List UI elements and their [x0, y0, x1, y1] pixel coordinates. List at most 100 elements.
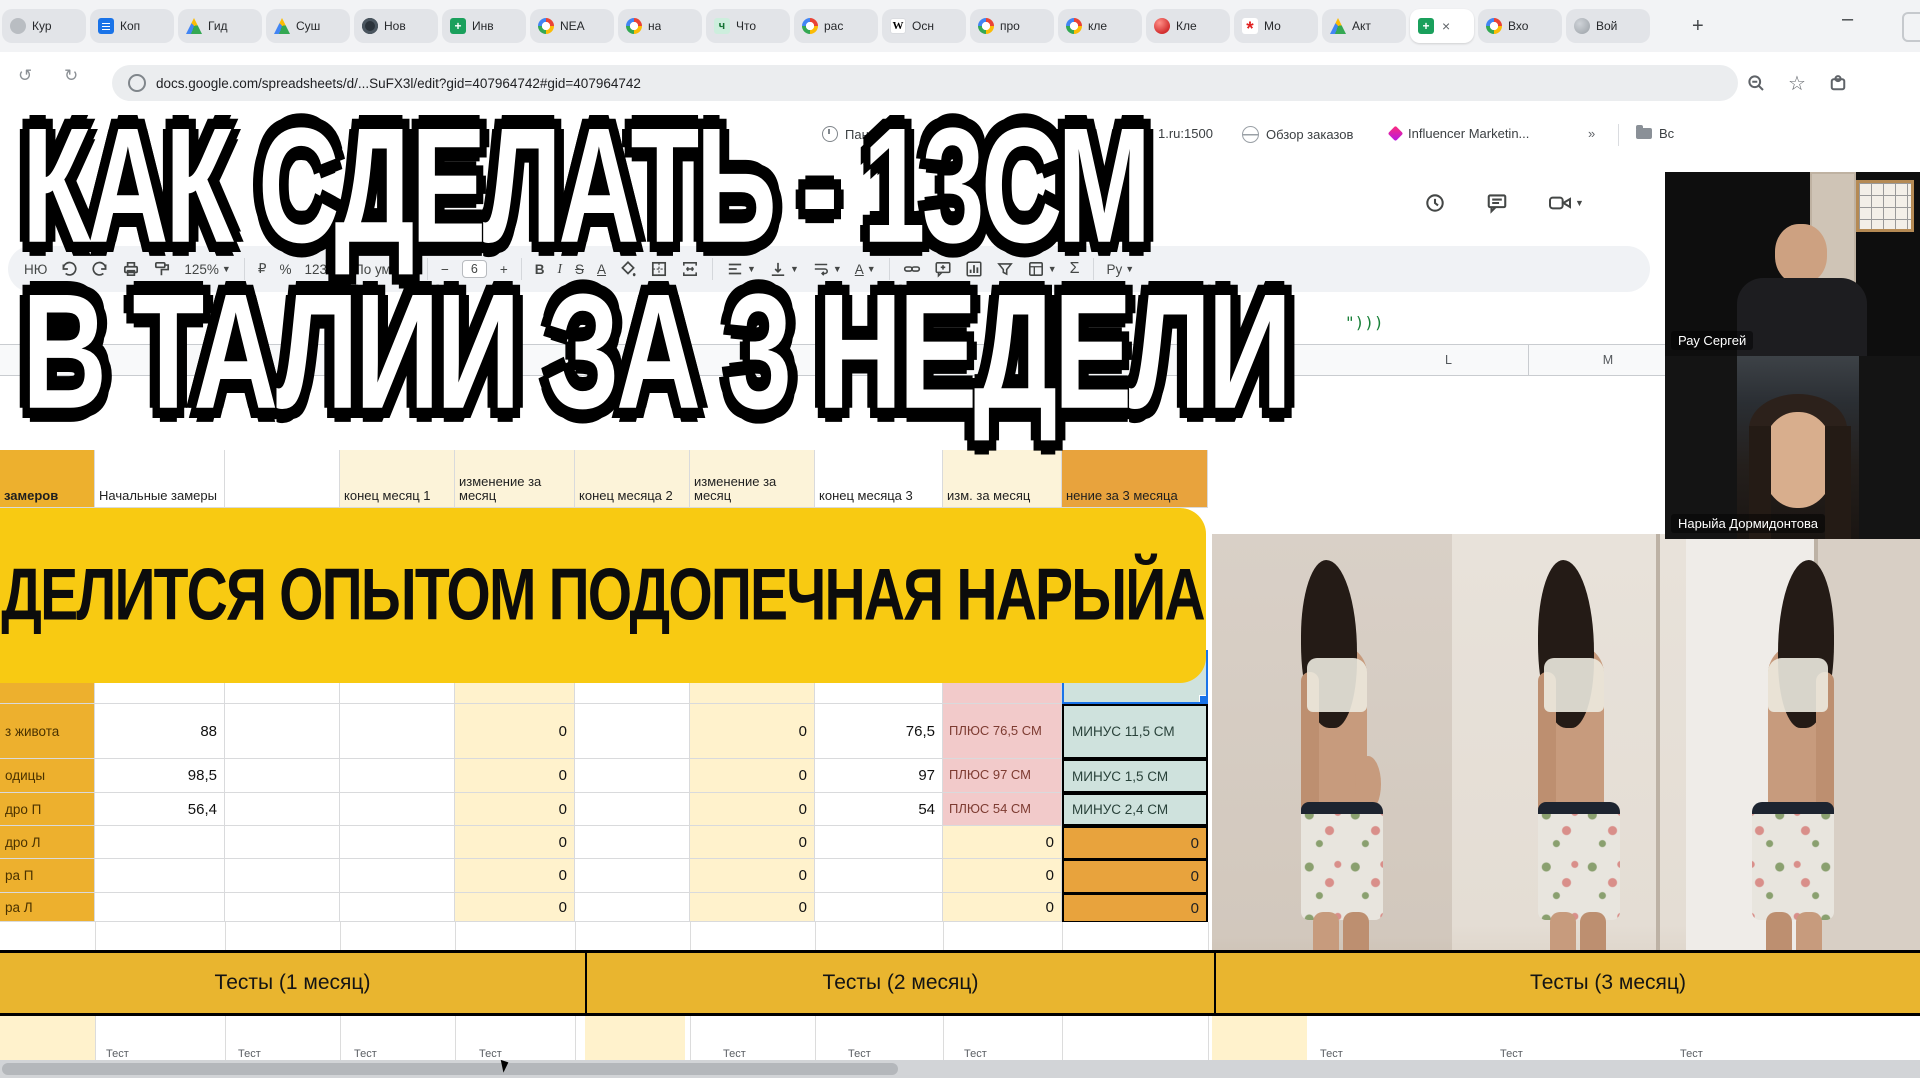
header-cell[interactable]: изменение за месяц	[690, 450, 815, 508]
tests-header-cell[interactable]: Тесты (1 месяц)	[0, 953, 587, 1013]
browser-tab-Кле[interactable]: Кле	[1146, 9, 1230, 43]
header-cell[interactable]: изменение за месяц	[455, 450, 575, 508]
zoom-out-icon[interactable]	[1746, 73, 1766, 93]
spreadsheet-cell[interactable]: 76,5	[815, 704, 943, 759]
horizontal-scrollbar[interactable]	[0, 1060, 1920, 1078]
spreadsheet-cell[interactable]: 0	[690, 859, 815, 893]
spreadsheet-cell[interactable]: 0	[943, 893, 1062, 922]
column-header-L[interactable]: L	[1369, 345, 1529, 375]
header-cell[interactable]: конец месяца 3	[815, 450, 943, 508]
spreadsheet-cell[interactable]: 0	[455, 826, 575, 859]
bookmark-folder-vs[interactable]: Вс	[1636, 126, 1674, 141]
spreadsheet-cell[interactable]: 88	[95, 704, 225, 759]
header-cell[interactable]: Начальные замеры	[95, 450, 225, 508]
spreadsheet-cell[interactable]: ПЛЮС 76,5 СМ	[943, 704, 1062, 759]
spreadsheet-cell[interactable]: 0	[690, 793, 815, 826]
spreadsheet-cell[interactable]: 97	[815, 759, 943, 793]
browser-tab-про[interactable]: про	[970, 9, 1054, 43]
tests-header-cell[interactable]: Тесты (2 месяц)	[587, 953, 1216, 1013]
spreadsheet-cell[interactable]: ПЛЮС 97 СМ	[943, 759, 1062, 793]
browser-tab-Акт[interactable]: Акт	[1322, 9, 1406, 43]
window-minimize-button[interactable]: –	[1842, 8, 1853, 31]
spreadsheet-cell[interactable]	[575, 759, 690, 793]
bookmark-orders[interactable]: Обзор заказов	[1242, 126, 1353, 143]
spreadsheet-cell[interactable]: ра Л	[0, 893, 95, 922]
header-cell[interactable]: изм. за месяц	[943, 450, 1062, 508]
cream-cell[interactable]	[0, 1016, 95, 1060]
spreadsheet-cell[interactable]: 0	[1062, 859, 1208, 893]
spreadsheet-cell[interactable]	[225, 793, 340, 826]
tests-header-cell[interactable]: Тесты (3 месяц)	[1216, 953, 1920, 1013]
spreadsheet-cell[interactable]: 0	[943, 859, 1062, 893]
spreadsheet-cell[interactable]: 98,5	[95, 759, 225, 793]
header-cell[interactable]: нение за 3 месяца	[1062, 450, 1208, 508]
spreadsheet-cell[interactable]: МИНУС 2,4 СМ	[1062, 793, 1208, 826]
spreadsheet-cell[interactable]	[225, 759, 340, 793]
browser-tab-Инв[interactable]: Инв	[442, 9, 526, 43]
spreadsheet-cell[interactable]	[815, 859, 943, 893]
header-cell[interactable]: конец месяц 1	[340, 450, 455, 508]
new-tab-button[interactable]: +	[1692, 15, 1704, 38]
browser-tab-Вхо[interactable]: Вхо	[1478, 9, 1562, 43]
comments-icon[interactable]	[1486, 192, 1508, 214]
browser-tab-Кур[interactable]: Кур	[2, 9, 86, 43]
spreadsheet-cell[interactable]: з живота	[0, 704, 95, 759]
spreadsheet-cell[interactable]: 0	[455, 893, 575, 922]
browser-tab-Мо[interactable]: Мо	[1234, 9, 1318, 43]
browser-tab-Осн[interactable]: Осн	[882, 9, 966, 43]
spreadsheet-cell[interactable]: 0	[455, 793, 575, 826]
extensions-puzzle-icon[interactable]	[1828, 73, 1848, 93]
spreadsheet-cell[interactable]	[340, 859, 455, 893]
cream-cell[interactable]	[585, 1016, 685, 1060]
spreadsheet-cell[interactable]: МИНУС 1,5 СМ	[1062, 759, 1208, 793]
spreadsheet-cell[interactable]	[575, 893, 690, 922]
spreadsheet-cell[interactable]	[575, 859, 690, 893]
cream-cell[interactable]	[1212, 1016, 1307, 1060]
spreadsheet-cell[interactable]: 0	[690, 826, 815, 859]
bookmark-influencer[interactable]: Influencer Marketin...	[1390, 126, 1529, 141]
browser-tab-Коп[interactable]: Коп	[90, 9, 174, 43]
spreadsheet-cell[interactable]	[575, 826, 690, 859]
header-cell[interactable]: конец месяца 2	[575, 450, 690, 508]
bookmarks-overflow-chevron[interactable]: »	[1588, 126, 1595, 141]
window-maximize-button[interactable]	[1902, 12, 1920, 42]
spreadsheet-cell[interactable]: 0	[1062, 893, 1208, 922]
spreadsheet-cell[interactable]: 54	[815, 793, 943, 826]
spreadsheet-cell[interactable]: дро Л	[0, 826, 95, 859]
browser-tab-рас[interactable]: рас	[794, 9, 878, 43]
spreadsheet-cell[interactable]	[340, 893, 455, 922]
start-call-button[interactable]: ▼	[1548, 192, 1584, 214]
browser-tab-на[interactable]: на	[618, 9, 702, 43]
header-cell[interactable]: замеров	[0, 450, 95, 508]
spreadsheet-cell[interactable]	[340, 704, 455, 759]
spreadsheet-cell[interactable]	[95, 859, 225, 893]
browser-tab-NEA[interactable]: NEA	[530, 9, 614, 43]
spreadsheet-cell[interactable]	[340, 826, 455, 859]
spreadsheet-cell[interactable]	[225, 826, 340, 859]
browser-tab-Вой[interactable]: Вой	[1566, 9, 1650, 43]
spreadsheet-cell[interactable]	[225, 859, 340, 893]
spreadsheet-cell[interactable]	[340, 759, 455, 793]
spreadsheet-cell[interactable]	[815, 826, 943, 859]
spreadsheet-cell[interactable]: МИНУС 11,5 СМ	[1062, 704, 1208, 759]
spreadsheet-cell[interactable]: 0	[943, 826, 1062, 859]
browser-tab-Нов[interactable]: Нов	[354, 9, 438, 43]
spreadsheet-cell[interactable]: 0	[1062, 826, 1208, 859]
spreadsheet-cell[interactable]	[815, 893, 943, 922]
bookmark-star-icon[interactable]: ☆	[1788, 71, 1806, 96]
version-history-icon[interactable]	[1424, 192, 1446, 214]
spreadsheet-cell[interactable]: 0	[690, 893, 815, 922]
browser-tab-Что[interactable]: Что	[706, 9, 790, 43]
spreadsheet-cell[interactable]: 0	[455, 704, 575, 759]
spreadsheet-cell[interactable]: 0	[455, 859, 575, 893]
spreadsheet-cell[interactable]: ПЛЮС 54 СМ	[943, 793, 1062, 826]
spreadsheet-cell[interactable]	[340, 793, 455, 826]
spreadsheet-cell[interactable]	[95, 893, 225, 922]
spreadsheet-cell[interactable]	[95, 826, 225, 859]
reload-icon[interactable]: ↻	[64, 66, 78, 86]
header-cell[interactable]	[225, 450, 340, 508]
spreadsheet-cell[interactable]	[575, 704, 690, 759]
close-tab-icon[interactable]: ×	[1442, 18, 1450, 34]
scrollbar-thumb[interactable]	[2, 1063, 898, 1075]
bookmark-ru1500[interactable]: 1.ru:1500	[1158, 126, 1213, 141]
